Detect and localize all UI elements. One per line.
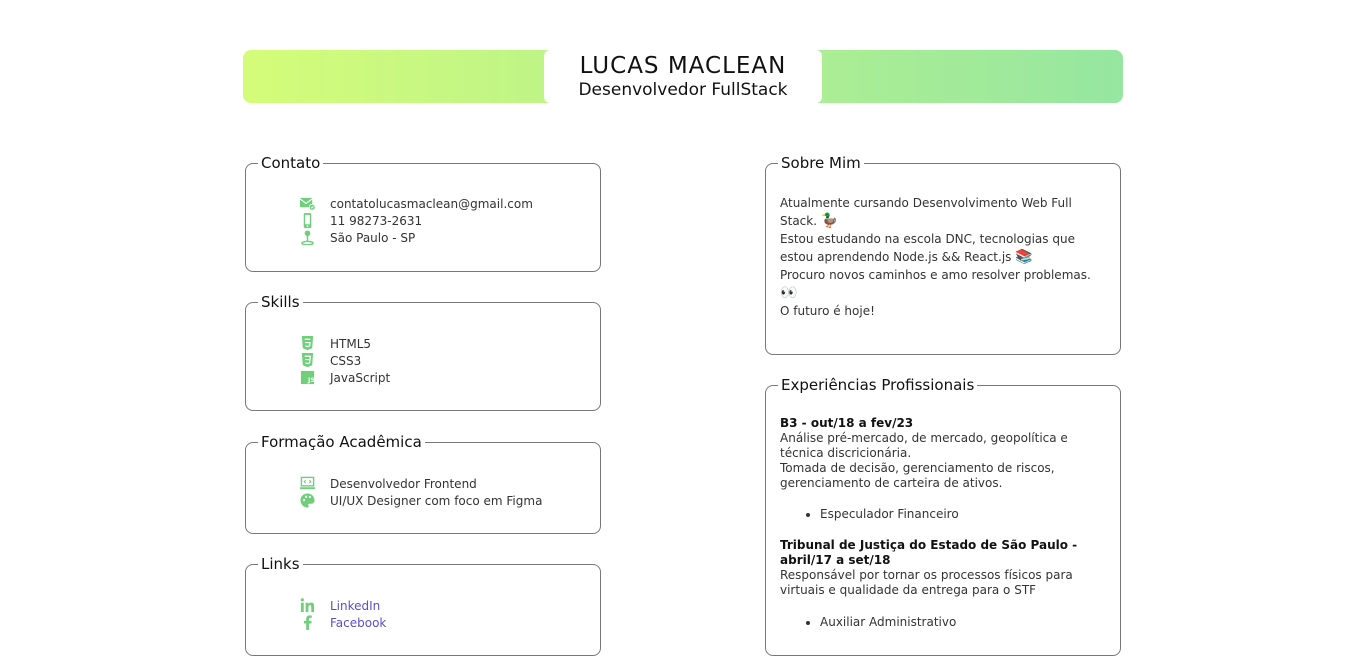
javascript-icon: JS	[298, 369, 316, 386]
contact-email-text: contatolucasmaclean@gmail.com	[330, 196, 533, 211]
job-roles: Auxiliar Administrativo	[780, 614, 1106, 630]
code-laptop-icon	[298, 475, 316, 492]
eyes-emoji-icon: 👀	[780, 285, 798, 301]
skills-card: Skills HTML5 CSS3 JS JavaScript	[245, 293, 601, 411]
email-icon	[298, 195, 316, 212]
html5-icon	[298, 335, 316, 352]
css3-icon	[298, 352, 316, 369]
linkedin-link[interactable]: LinkedIn	[330, 599, 380, 613]
job-role: Auxiliar Administrativo	[820, 614, 1106, 630]
experiencias-list: B3 - out/18 a fev/23 Análise pré-mercado…	[780, 416, 1106, 639]
location-icon	[298, 229, 316, 246]
sobre-heading: Sobre Mim	[778, 154, 864, 172]
job-role: Especulador Financeiro	[820, 506, 1106, 522]
contact-location: São Paulo - SP	[298, 229, 533, 246]
skills-heading: Skills	[258, 293, 303, 311]
contact-phone: 11 98273-2631	[298, 212, 533, 229]
formacao-frontend: Desenvolvedor Frontend	[298, 475, 542, 492]
palette-icon	[298, 492, 316, 509]
job-description: Análise pré-mercado, de mercado, geopolí…	[780, 431, 1068, 460]
link-facebook-row: Facebook	[298, 614, 386, 631]
job-description: Tomada de decisão, gerenciamento de risc…	[780, 461, 1055, 490]
svg-text:JS: JS	[306, 376, 314, 384]
sobre-text: Atualmente cursando Desenvolvimento Web …	[780, 194, 1106, 320]
skill-html5: HTML5	[298, 335, 390, 352]
links-heading: Links	[258, 555, 303, 573]
job-description: Responsável por tornar os processos físi…	[780, 568, 1073, 597]
experiencias-card: Experiências Profissionais B3 - out/18 a…	[765, 376, 1121, 656]
formacao-uiux-text: UI/UX Designer com foco em Figma	[330, 493, 543, 508]
contato-card: Contato contatolucasmaclean@gmail.com 11…	[245, 154, 601, 272]
skill-html5-text: HTML5	[330, 336, 372, 351]
contact-location-text: São Paulo - SP	[330, 230, 416, 245]
facebook-icon[interactable]	[298, 614, 316, 631]
skill-css3-text: CSS3	[330, 353, 362, 368]
formacao-uiux: UI/UX Designer com foco em Figma	[298, 492, 542, 509]
formacao-card: Formação Acadêmica Desenvolvedor Fronten…	[245, 433, 601, 534]
role-subtitle: Desenvolvedor FullStack	[578, 80, 788, 100]
skill-javascript-text: JavaScript	[330, 370, 391, 385]
linkedin-icon[interactable]	[298, 597, 316, 614]
header-banner: LUCAS MACLEAN Desenvolvedor FullStack	[243, 50, 1123, 103]
links-card: Links LinkedIn Facebook	[245, 555, 601, 656]
books-emoji-icon: 📚	[1015, 249, 1033, 265]
link-linkedin-row: LinkedIn	[298, 597, 386, 614]
job-roles: Especulador Financeiro	[780, 506, 1106, 522]
sobre-card: Sobre Mim Atualmente cursando Desenvolvi…	[765, 154, 1121, 355]
facebook-link[interactable]: Facebook	[330, 616, 386, 630]
job-title: B3 - out/18 a fev/23	[780, 416, 914, 430]
skill-css3: CSS3	[298, 352, 390, 369]
phone-icon	[298, 212, 316, 229]
contact-phone-text: 11 98273-2631	[330, 213, 423, 228]
skill-javascript: JS JavaScript	[298, 369, 390, 386]
header-title-box: LUCAS MACLEAN Desenvolvedor FullStack	[544, 50, 822, 103]
experiencias-heading: Experiências Profissionais	[778, 376, 978, 394]
formacao-heading: Formação Acadêmica	[258, 433, 425, 451]
sobre-line-4: O futuro é hoje!	[780, 304, 875, 318]
formacao-frontend-text: Desenvolvedor Frontend	[330, 476, 477, 491]
duck-emoji-icon: 🦆	[820, 213, 839, 229]
contato-heading: Contato	[258, 154, 324, 172]
job-title: Tribunal de Justiça do Estado de São Pau…	[780, 538, 1078, 567]
sobre-line-3: Procuro novos caminhos e amo resolver pr…	[780, 268, 1091, 282]
contact-email: contatolucasmaclean@gmail.com	[298, 195, 533, 212]
name-title: LUCAS MACLEAN	[579, 53, 787, 79]
